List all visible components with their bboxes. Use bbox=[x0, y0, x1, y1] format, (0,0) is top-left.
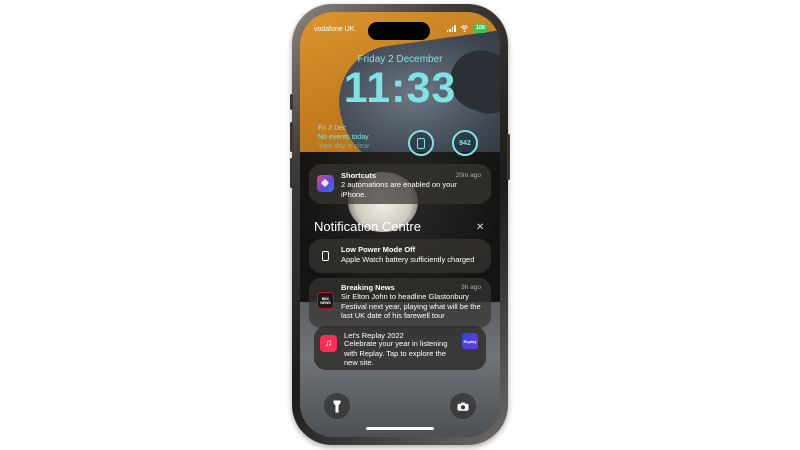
bbc-news-icon: BBC NEWS bbox=[317, 292, 334, 309]
battery-badge: 100 bbox=[472, 24, 488, 33]
flashlight-icon bbox=[333, 400, 341, 412]
signal-icon bbox=[446, 25, 456, 32]
steps-widget[interactable]: 942 bbox=[452, 130, 478, 156]
volume-up-button bbox=[290, 122, 293, 152]
side-button bbox=[507, 134, 510, 180]
notification-replay[interactable]: ♫ Let's Replay 2022 Celebrate your year … bbox=[314, 326, 486, 370]
shortcuts-notification[interactable]: Shortcuts 20m ago 2 automations are enab… bbox=[309, 164, 491, 204]
notification-app-name: Shortcuts bbox=[341, 171, 377, 180]
notification-body: Sir Elton John to headline Glastonbury F… bbox=[341, 292, 481, 320]
dynamic-island bbox=[368, 22, 430, 40]
notification-time: 3h ago bbox=[461, 284, 481, 291]
camera-icon bbox=[457, 402, 469, 411]
action-button bbox=[290, 94, 293, 110]
notification-low-power[interactable]: Low Power Mode Off Apple Watch battery s… bbox=[309, 239, 491, 273]
notification-centre-title: Notification Centre bbox=[314, 219, 421, 234]
volume-down-button bbox=[290, 158, 293, 188]
camera-button[interactable] bbox=[450, 393, 476, 419]
close-icon[interactable]: ✕ bbox=[476, 222, 484, 233]
notification-title: Breaking News bbox=[341, 283, 395, 292]
apple-watch-icon bbox=[317, 247, 334, 264]
calendar-subtitle: Your day is clear bbox=[318, 143, 370, 150]
watch-battery-widget[interactable] bbox=[408, 130, 434, 156]
replay-thumbnail: Replay bbox=[462, 333, 478, 349]
notification-time: 20m ago bbox=[455, 172, 481, 179]
calendar-events: No events today bbox=[318, 134, 369, 141]
status-icons: 100 bbox=[446, 24, 488, 33]
lock-screen: vodafone UK 100 Friday 2 December 11:33 … bbox=[300, 12, 500, 437]
calendar-date: Fri 2 Dec bbox=[318, 125, 347, 132]
flashlight-button[interactable] bbox=[324, 393, 350, 419]
calendar-widget[interactable]: Fri 2 Dec No events today Your day is cl… bbox=[318, 124, 370, 151]
shortcuts-icon bbox=[317, 175, 334, 192]
music-icon: ♫ bbox=[320, 335, 337, 352]
iphone-frame: vodafone UK 100 Friday 2 December 11:33 … bbox=[290, 4, 510, 445]
notification-body: Celebrate your year in listening with Re… bbox=[344, 339, 448, 367]
notification-breaking-news[interactable]: BBC NEWS Breaking News 3h ago Sir Elton … bbox=[309, 278, 491, 328]
notification-body: Apple Watch battery sufficiently charged bbox=[341, 255, 475, 264]
apple-watch-icon bbox=[417, 137, 425, 149]
notification-body: 2 automations are enabled on your iPhone… bbox=[341, 180, 457, 199]
carrier-label: vodafone UK bbox=[314, 26, 355, 33]
steps-value: 942 bbox=[459, 139, 471, 147]
wifi-icon bbox=[460, 25, 469, 32]
lock-time: 11:33 bbox=[343, 64, 457, 112]
home-indicator[interactable] bbox=[366, 427, 434, 430]
notification-title: Low Power Mode Off bbox=[341, 245, 416, 254]
